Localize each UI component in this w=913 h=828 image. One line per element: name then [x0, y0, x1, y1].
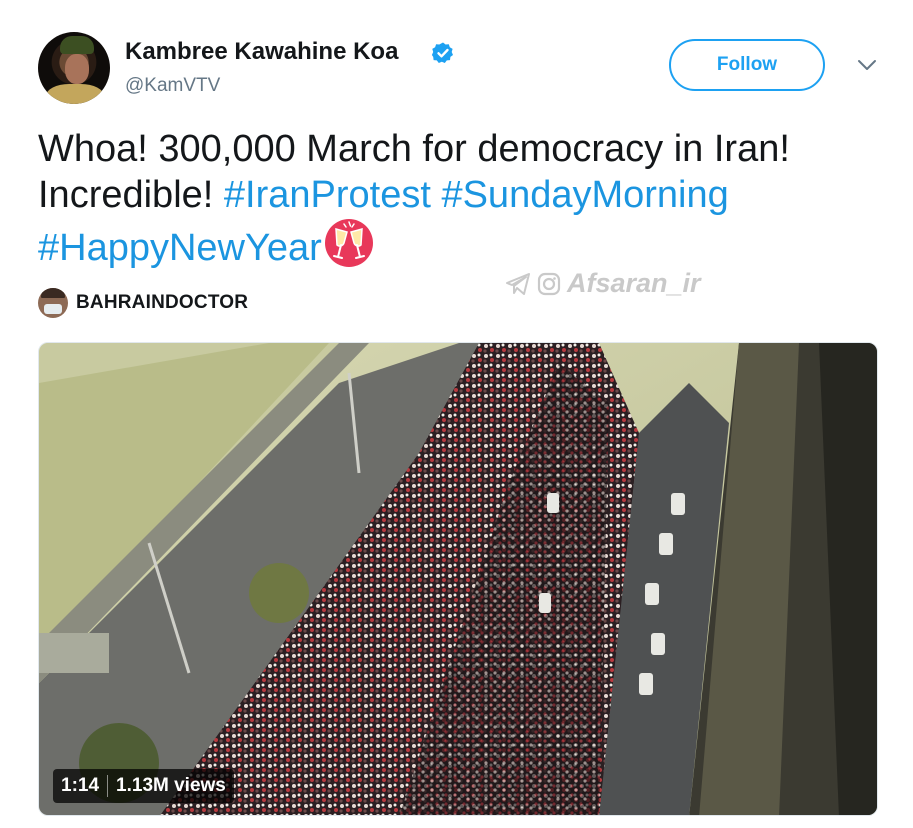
author-avatar[interactable] [38, 32, 110, 104]
instagram-icon [537, 272, 561, 295]
follow-button[interactable]: Follow [669, 39, 825, 91]
tweet-line-1: Whoa! 300,000 March for democracy in Ira… [38, 128, 790, 170]
source-avatar[interactable] [38, 288, 68, 318]
hashtag-sundaymorning[interactable]: #SundayMorning [441, 174, 728, 216]
tweet-text: Whoa! 300,000 March for democracy in Ira… [38, 126, 898, 271]
tweet-line-3: #HappyNewYear [38, 218, 898, 271]
tweet-text-prefix: Incredible! [38, 174, 214, 216]
chevron-down-icon[interactable] [857, 58, 877, 72]
hashtag-iranprotest[interactable]: #IranProtest [224, 174, 431, 216]
author-name[interactable]: Kambree Kawahine Koa [125, 38, 398, 66]
clinking-glasses-icon [324, 219, 373, 267]
telegram-icon [506, 272, 530, 295]
video-info-badge: 1:14 1.13M views [53, 769, 234, 803]
watermark: Afsaran_ir [505, 268, 701, 299]
video-views: 1.13M views [116, 775, 226, 796]
hashtag-happynewyear[interactable]: #HappyNewYear [38, 227, 322, 269]
video-duration: 1:14 [61, 775, 100, 796]
verified-badge-icon [431, 42, 453, 63]
tweet-line-2: Incredible! #IranProtest #SundayMorning [38, 172, 898, 218]
source-name[interactable]: BAHRAINDOCTOR [76, 292, 248, 314]
author-handle[interactable]: @KamVTV [125, 75, 220, 97]
video-thumbnail [39, 343, 877, 815]
watermark-text: Afsaran_ir [567, 268, 701, 298]
video-player[interactable]: 1:14 1.13M views [38, 342, 878, 816]
